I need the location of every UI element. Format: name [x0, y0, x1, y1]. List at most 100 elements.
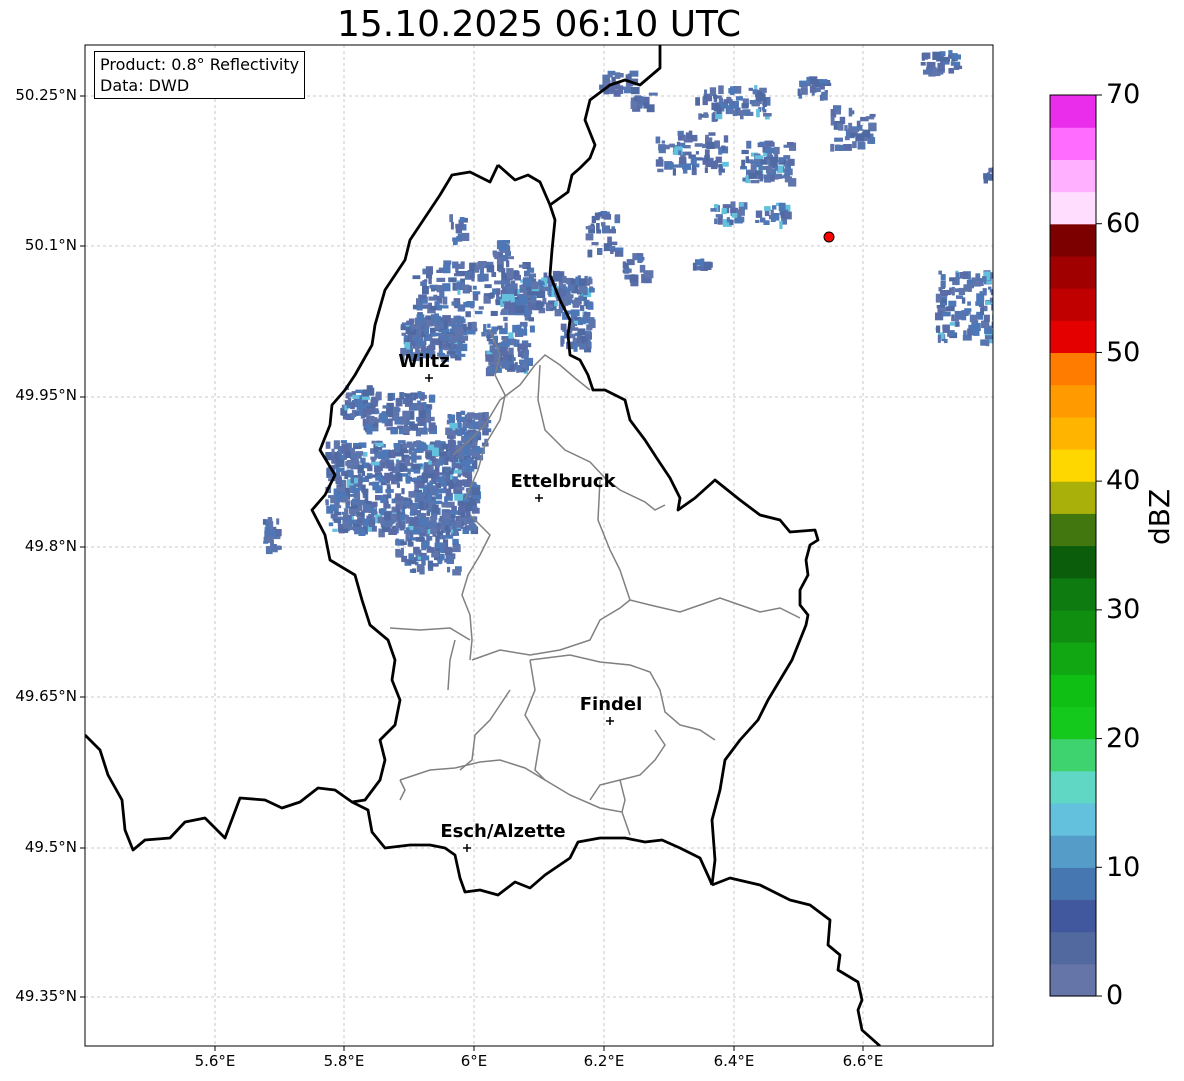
echo-pixel	[597, 248, 603, 255]
echo-pixel	[637, 256, 643, 263]
echo-pixel	[333, 518, 341, 523]
echo-pixel	[467, 412, 475, 419]
echo-pixel	[755, 210, 763, 218]
echo-pixel	[497, 325, 503, 330]
echo-pixel	[980, 308, 985, 316]
echo-pixel	[723, 135, 729, 143]
echo-pixel	[953, 54, 961, 60]
echo-pixel	[352, 394, 360, 399]
echo-pixel	[408, 318, 415, 323]
echo-pixel	[578, 285, 587, 293]
echo-pixel	[819, 79, 828, 84]
echo-pixel	[456, 321, 461, 327]
echo-pixel	[501, 279, 505, 289]
colorbar-tick-label: 30	[1106, 594, 1141, 625]
echo-pixel	[819, 84, 825, 90]
echo-pixel	[468, 524, 477, 531]
echo-pixel	[849, 132, 856, 138]
echo-pixel	[337, 486, 346, 492]
echo-pixel	[519, 295, 528, 305]
echo-pixel	[704, 155, 710, 161]
colorbar-segment	[1050, 835, 1096, 868]
echo-pixel	[490, 310, 498, 316]
echo-pixel	[395, 408, 401, 412]
echo-pixel	[722, 204, 731, 208]
echo-pixel	[585, 330, 592, 335]
echo-pixel	[422, 268, 427, 275]
echo-pixel	[451, 301, 458, 306]
echo-pixel	[356, 402, 363, 411]
echo-pixel	[734, 100, 739, 109]
echo-pixel	[735, 96, 743, 101]
echo-pixel	[356, 512, 365, 517]
echo-pixel	[595, 212, 600, 221]
echo-pixel	[457, 353, 466, 357]
echo-pixel	[477, 274, 485, 282]
echo-pixel	[666, 162, 674, 169]
echo-pixel	[336, 477, 342, 483]
echo-pixel	[420, 555, 430, 561]
echo-pixel	[417, 417, 425, 426]
echo-pixel	[774, 166, 778, 171]
echo-pixel	[708, 132, 716, 136]
echo-pixel	[485, 354, 495, 362]
echo-pixel	[742, 177, 746, 182]
echo-pixel	[441, 502, 446, 508]
echo-pixel	[706, 141, 715, 149]
echo-pixel	[377, 516, 385, 524]
colorbar-segment	[1050, 159, 1096, 193]
echo-pixel	[980, 339, 987, 346]
echo-pixel	[478, 306, 484, 310]
echo-pixel	[955, 65, 963, 69]
echo-pixel	[787, 158, 795, 166]
echo-pixel	[582, 314, 590, 321]
echo-pixel	[364, 475, 371, 479]
echo-pixel	[413, 546, 420, 554]
echo-pixel	[374, 467, 381, 473]
echo-pixel	[460, 322, 464, 328]
echo-pixel	[536, 301, 544, 310]
echo-pixel	[639, 264, 646, 273]
lon-tick-label: 6.2°E	[583, 1052, 625, 1070]
echo-pixel	[472, 291, 481, 295]
echo-pixel	[451, 510, 458, 515]
echo-pixel	[421, 542, 427, 551]
echo-pixel	[757, 91, 763, 96]
echo-pixel	[408, 491, 417, 498]
lat-tick-label: 49.65°N	[15, 687, 77, 705]
colorbar-segment	[1050, 352, 1096, 386]
echo-pixel	[435, 316, 441, 322]
echo-pixel	[746, 140, 752, 149]
echo-pixel	[704, 167, 708, 173]
echo-pixel	[954, 288, 960, 293]
colorbar-segment	[1050, 481, 1096, 514]
echo-pixel	[370, 456, 377, 460]
echo-pixel	[761, 106, 765, 111]
echo-pixel	[988, 167, 993, 173]
echo-pixel	[411, 530, 420, 535]
echo-pixel	[578, 278, 586, 286]
echo-pixel	[865, 116, 875, 120]
echo-pixel	[394, 497, 403, 501]
echo-pixel	[615, 247, 624, 252]
echo-pixel	[809, 85, 817, 93]
colorbar-segment	[1050, 320, 1096, 354]
echo-pixel	[964, 308, 972, 312]
echo-pixel	[432, 504, 439, 514]
echo-pixel	[443, 260, 452, 265]
echo-pixel	[411, 454, 417, 462]
echo-pixel	[984, 335, 993, 340]
colorbar-tick-label: 20	[1106, 723, 1141, 754]
echo-pixel	[331, 448, 335, 456]
precipitation-echoes	[262, 50, 993, 576]
echo-pixel	[648, 92, 658, 96]
echo-pixel	[436, 277, 446, 282]
echo-pixel	[404, 399, 413, 407]
echo-pixel	[405, 515, 409, 524]
echo-pixel	[426, 547, 435, 553]
city-label-ettelbruck: Ettelbruck	[510, 471, 616, 492]
colorbar-segment	[1050, 513, 1096, 547]
echo-pixel	[741, 103, 749, 109]
echo-pixel	[426, 536, 433, 541]
echo-pixel	[694, 143, 703, 147]
